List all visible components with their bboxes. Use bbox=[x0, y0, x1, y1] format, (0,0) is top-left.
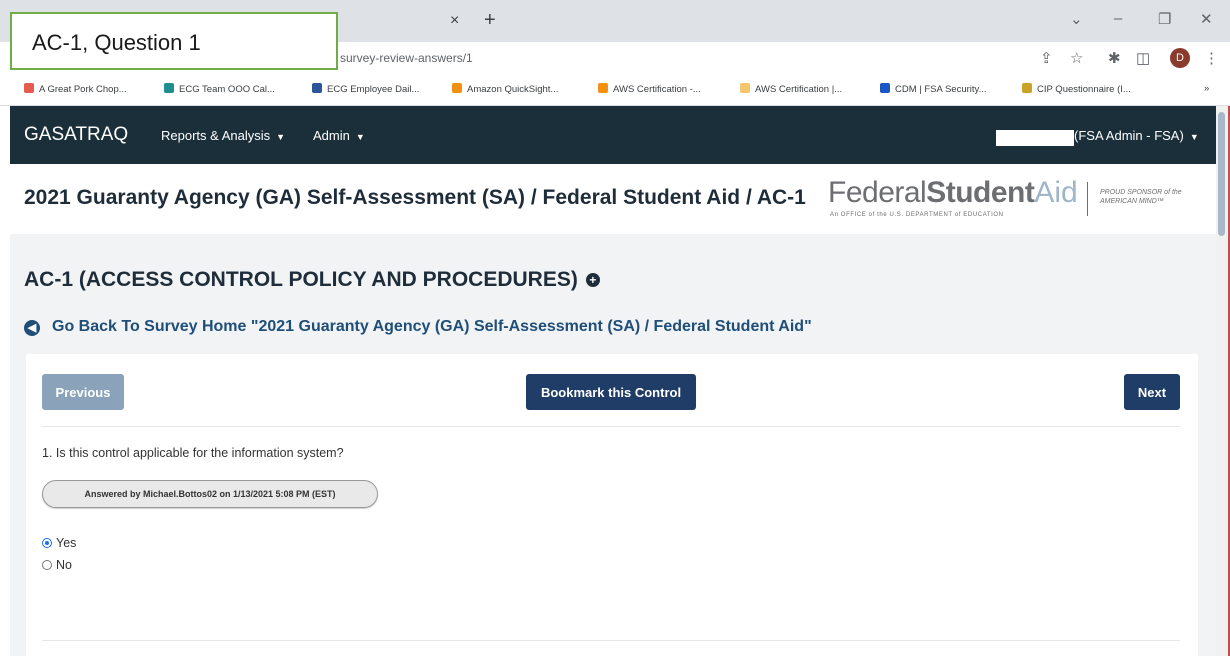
nav-user-menu[interactable]: (FSA Admin - FSA) ▼ bbox=[1074, 128, 1199, 143]
extensions-icon[interactable]: ✱ bbox=[1108, 49, 1121, 67]
option-no[interactable]: No bbox=[42, 558, 72, 572]
app-navbar: GASATRAQ Reports & Analysis ▼ Admin ▼ (FSA… bbox=[10, 106, 1216, 164]
window-close-icon[interactable]: ✕ bbox=[1200, 10, 1213, 28]
caret-down-icon: ▼ bbox=[1189, 132, 1199, 142]
bookmark-favicon-icon bbox=[1022, 83, 1032, 93]
menu-icon[interactable]: ⋮ bbox=[1204, 49, 1219, 67]
nav-admin[interactable]: Admin ▼ bbox=[313, 128, 365, 143]
bookmark-favicon-icon bbox=[598, 83, 608, 93]
logo-divider bbox=[1087, 182, 1088, 216]
question-text: 1. Is this control applicable for the in… bbox=[42, 446, 344, 460]
new-tab-icon[interactable]: + bbox=[484, 9, 496, 32]
bookmark-item[interactable]: CIP Questionnaire (I... bbox=[1022, 83, 1131, 95]
back-to-survey-link[interactable]: ◀ Go Back To Survey Home "2021 Guaranty A… bbox=[24, 318, 812, 336]
tab-search-icon[interactable]: ⌄ bbox=[1070, 10, 1083, 28]
bookmark-item[interactable]: ECG Team OOO Cal... bbox=[164, 83, 275, 95]
bookmark-favicon-icon bbox=[312, 83, 322, 93]
bookmark-item[interactable]: Amazon QuickSight... bbox=[452, 83, 558, 95]
bookmarks-bar: A Great Pork Chop... ECG Team OOO Cal...… bbox=[0, 74, 1230, 106]
fsa-logo: FederalStudentAid An OFFICE of the U.S. … bbox=[828, 176, 1078, 218]
minimize-icon[interactable]: – bbox=[1114, 10, 1122, 27]
bookmark-item[interactable]: AWS Certification -... bbox=[598, 83, 701, 95]
arrow-left-circle-icon: ◀ bbox=[24, 320, 40, 336]
page-title: 2021 Guaranty Agency (GA) Self-Assessmen… bbox=[24, 186, 806, 209]
answered-by-badge: Answered by Michael.Bottos02 on 1/13/202… bbox=[42, 480, 378, 508]
bookmark-favicon-icon bbox=[880, 83, 890, 93]
profile-avatar[interactable]: D bbox=[1170, 48, 1190, 68]
bookmark-favicon-icon bbox=[164, 83, 174, 93]
bookmark-control-button[interactable]: Bookmark this Control bbox=[526, 374, 696, 410]
sponsor-tagline: PROUD SPONSOR of the AMERICAN MIND™ bbox=[1100, 189, 1182, 205]
annotation-label-box: AC-1, Question 1 bbox=[10, 12, 338, 70]
side-panel-icon[interactable]: ◫ bbox=[1136, 49, 1150, 67]
radio-no[interactable] bbox=[42, 560, 52, 570]
screenshot-frame: × + ⌄ – ❐ ✕ survey-review-answers/1 ⇪ ☆ … bbox=[0, 0, 1230, 656]
bookmark-item[interactable]: AWS Certification |... bbox=[740, 83, 842, 95]
bookmark-favicon-icon bbox=[740, 83, 750, 93]
main-content: AC-1 (ACCESS CONTROL POLICY AND PROCEDUR… bbox=[10, 234, 1216, 656]
scrollbar-thumb[interactable] bbox=[1218, 112, 1225, 236]
caret-down-icon: ▼ bbox=[355, 132, 365, 142]
bookmarks-overflow-icon[interactable]: » bbox=[1204, 83, 1209, 94]
nav-reports-analysis[interactable]: Reports & Analysis ▼ bbox=[161, 128, 285, 143]
redacted-username bbox=[996, 130, 1074, 146]
bookmark-item[interactable]: CDM | FSA Security... bbox=[880, 83, 987, 95]
option-yes[interactable]: Yes bbox=[42, 536, 76, 550]
tab-close-icon[interactable]: × bbox=[450, 12, 459, 30]
bookmark-favicon-icon bbox=[24, 83, 34, 93]
share-icon[interactable]: ⇪ bbox=[1040, 49, 1053, 67]
page-scrollbar[interactable] bbox=[1216, 106, 1228, 656]
restore-icon[interactable]: ❐ bbox=[1158, 10, 1171, 28]
radio-yes[interactable] bbox=[42, 538, 52, 548]
app-brand[interactable]: GASATRAQ bbox=[24, 124, 128, 146]
next-button[interactable]: Next bbox=[1124, 374, 1180, 410]
divider bbox=[42, 426, 1180, 427]
bookmark-item[interactable]: A Great Pork Chop... bbox=[24, 83, 127, 95]
previous-button[interactable]: Previous bbox=[42, 374, 124, 410]
star-icon[interactable]: ☆ bbox=[1070, 49, 1083, 67]
question-card: Previous Bookmark this Control Next 1. I… bbox=[26, 354, 1198, 656]
plus-circle-icon[interactable]: + bbox=[585, 273, 600, 287]
page-header: 2021 Guaranty Agency (GA) Self-Assessmen… bbox=[10, 164, 1216, 234]
bookmark-item[interactable]: ECG Employee Dail... bbox=[312, 83, 419, 95]
caret-down-icon: ▼ bbox=[276, 132, 286, 142]
bookmark-favicon-icon bbox=[452, 83, 462, 93]
url-input[interactable]: survey-review-answers/1 bbox=[340, 51, 473, 65]
divider bbox=[42, 640, 1180, 641]
annotation-label: AC-1, Question 1 bbox=[32, 30, 201, 55]
control-heading: AC-1 (ACCESS CONTROL POLICY AND PROCEDUR… bbox=[24, 268, 600, 292]
